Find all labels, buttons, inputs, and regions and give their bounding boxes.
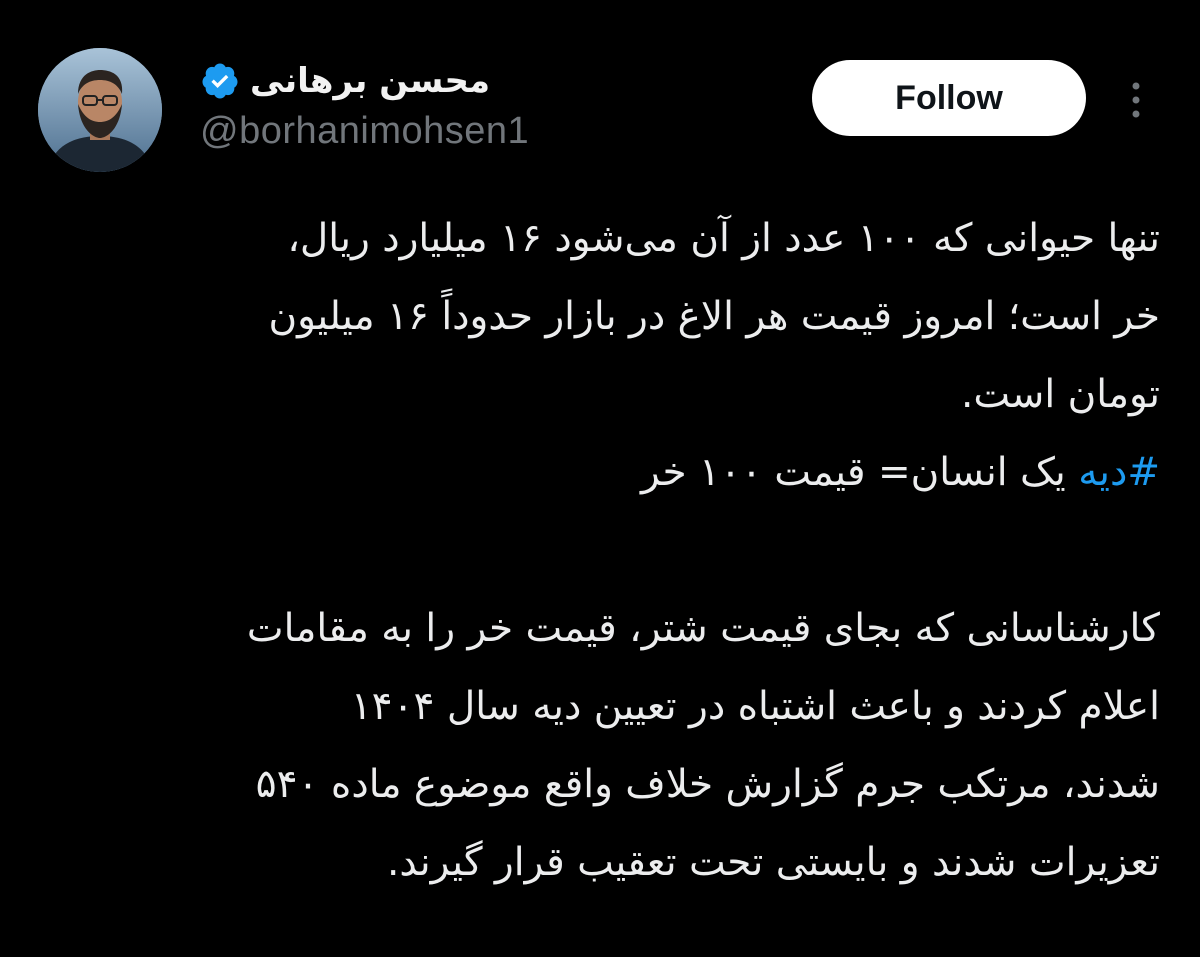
avatar[interactable] [38,48,162,172]
hashtag-line: #دیه یک انسان= قیمت ۱۰۰ خر [40,434,1160,512]
author-display-name[interactable]: محسن برهانی [250,64,490,98]
hashtag-link[interactable]: #دیه [1078,450,1160,495]
tweet-line: اعلام کردند و باعث اشتباه در تعیین دیه س… [350,684,1160,729]
tweet-line: شدند، مرتکب جرم گزارش خلاف واقع موضوع ما… [255,762,1160,807]
tweet-line: کارشناسانی که بجای قیمت شتر، قیمت خر را … [246,606,1160,651]
tweet-text: تنها حیوانی که ۱۰۰ عدد از آن می‌شود ۱۶ م… [40,200,1160,902]
tweet-line: تنها حیوانی که ۱۰۰ عدد از آن می‌شود ۱۶ م… [287,216,1160,261]
author-handle[interactable]: @borhanimohsen1 [200,112,529,150]
tweet-line: تومان است. [960,372,1160,417]
verified-badge-icon [200,61,240,101]
author-name-row[interactable]: محسن برهانی [200,56,490,106]
hashtag-line-text: یک انسان= قیمت ۱۰۰ خر [641,450,1079,495]
avatar-image [38,48,162,172]
tweet-card: محسن برهانی @borhanimohsen1 Follow تنها … [0,0,1200,957]
tweet-line: خر است؛ امروز قیمت هر الاغ در بازار حدود… [268,294,1161,339]
follow-button[interactable]: Follow [812,60,1086,136]
tweet-line: تعزیرات شدند و بایستی تحت تعقیب قرار گیر… [386,840,1160,885]
more-vertical-icon[interactable] [1124,72,1148,128]
